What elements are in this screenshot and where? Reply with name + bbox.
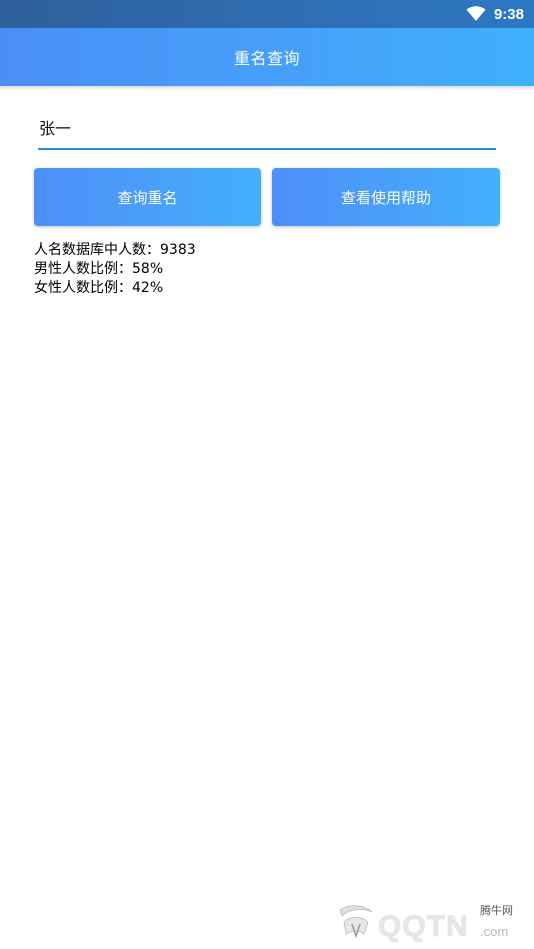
- status-bar: 9:38: [0, 0, 534, 28]
- female-ratio-text: 女性人数比例：42%: [34, 280, 164, 296]
- name-input-underline: [38, 108, 496, 150]
- total-count-text: 人名数据库中人数：9383: [34, 242, 196, 258]
- watermark: QQTN 腾牛网 .com: [330, 892, 530, 944]
- watermark-logo-icon: [339, 905, 373, 939]
- view-help-button[interactable]: 查看使用帮助: [272, 168, 500, 226]
- watermark-logo-text: QQTN: [378, 910, 469, 943]
- status-clock: 9:38: [493, 5, 524, 23]
- page-title: 重名查询: [233, 49, 300, 68]
- watermark-site-name: 腾牛网: [480, 904, 513, 917]
- stats-panel: 人名数据库中人数：9383 男性人数比例：58% 女性人数比例：42%: [34, 241, 196, 298]
- name-input[interactable]: [38, 108, 496, 146]
- wifi-icon: [466, 6, 486, 21]
- watermark-domain-suffix: .com: [480, 924, 509, 939]
- status-right: 9:38: [466, 3, 524, 25]
- app-bar: 重名查询: [0, 28, 534, 86]
- query-duplicate-button[interactable]: 查询重名: [34, 168, 261, 226]
- male-ratio-text: 男性人数比例：58%: [34, 261, 164, 277]
